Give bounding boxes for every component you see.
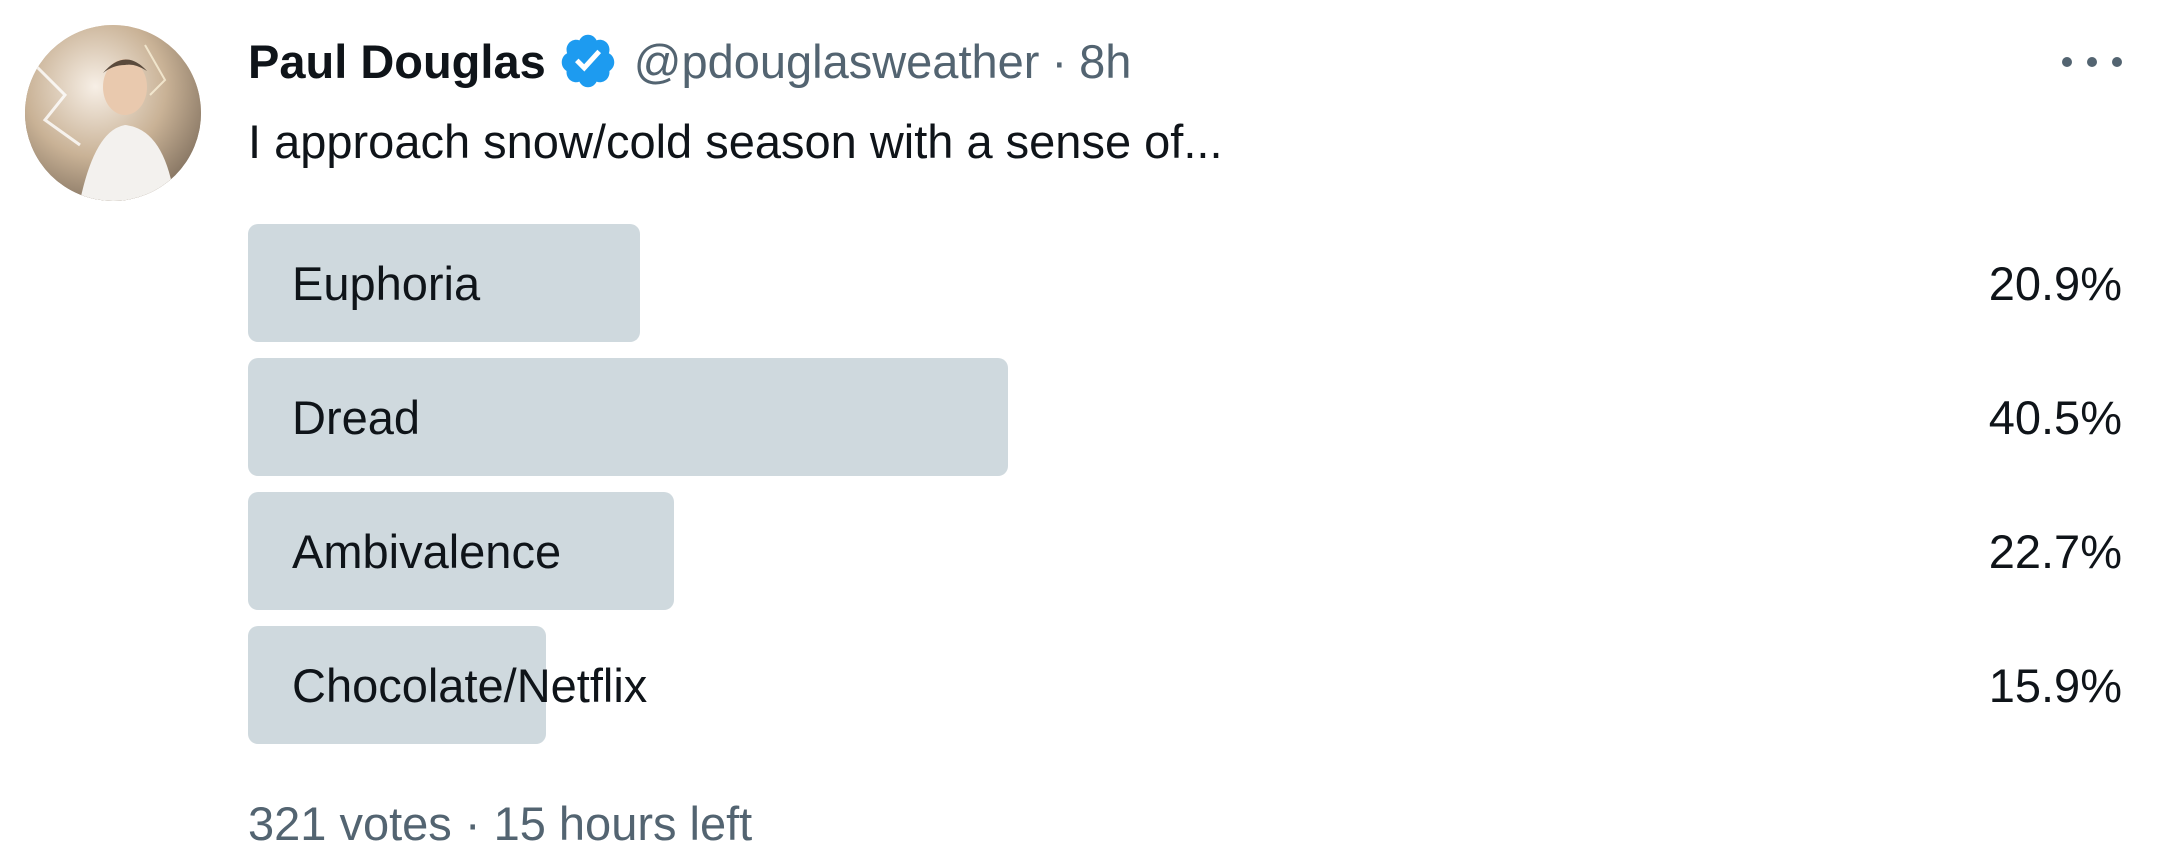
poll-option-euphoria: Euphoria 20.9% [248,224,2122,342]
more-dot [2062,57,2072,67]
poll-option-percent: 20.9% [1988,256,2122,310]
avatar[interactable] [25,25,201,201]
author-handle[interactable]: @pdouglasweather [634,34,1040,89]
header-separator: · [1051,34,1068,88]
tweet-text: I approach snow/cold season with a sense… [248,115,1223,168]
poll-option-label: Ambivalence [292,524,562,578]
poll: Euphoria 20.9% Dread 40.5% Ambivalence 2… [248,224,2122,760]
poll-option-percent: 40.5% [1988,390,2122,444]
poll-option-label: Chocolate/Netflix [292,658,648,712]
tweet-timestamp[interactable]: 8h [1079,34,1131,89]
display-name[interactable]: Paul Douglas [248,34,546,89]
more-dot [2087,57,2097,67]
poll-option-percent: 22.7% [1988,524,2122,578]
more-options-icon[interactable] [2062,42,2122,82]
poll-option-dread: Dread 40.5% [248,358,2122,476]
profile-avatar-icon [25,25,201,201]
verified-badge-icon [561,34,614,88]
poll-option-ambivalence: Ambivalence 22.7% [248,492,2122,610]
poll-option-percent: 15.9% [1988,658,2122,712]
poll-option-chocolate-netflix: Chocolate/Netflix 15.9% [248,626,2122,744]
poll-meta: 321 votes · 15 hours left [248,797,753,850]
more-dot [2112,57,2122,67]
poll-option-label: Euphoria [292,256,481,310]
poll-option-label: Dread [292,390,421,444]
tweet-header: Paul Douglas @pdouglasweather · 8h [248,32,1131,90]
